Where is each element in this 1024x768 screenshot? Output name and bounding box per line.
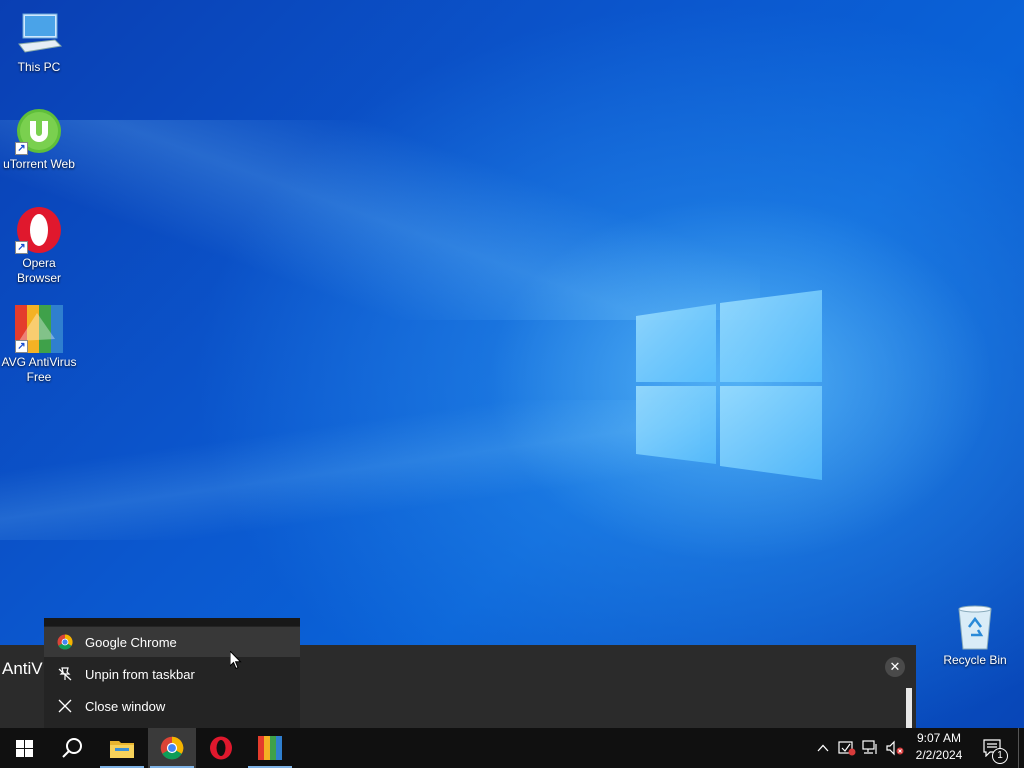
close-icon bbox=[56, 697, 74, 715]
utorrent-icon: ↗ bbox=[15, 107, 63, 155]
jumplist-item-close-window[interactable]: Close window bbox=[44, 691, 300, 721]
clock-time: 9:07 AM bbox=[916, 731, 962, 745]
volume-muted-icon bbox=[886, 740, 904, 756]
chrome-icon bbox=[160, 736, 184, 760]
clock-date: 2/2/2024 bbox=[915, 748, 963, 762]
opera-icon: ↗ bbox=[15, 206, 63, 254]
preview-scrollbar[interactable] bbox=[906, 688, 912, 728]
shortcut-arrow-icon: ↗ bbox=[15, 241, 28, 254]
mouse-cursor-icon bbox=[230, 651, 242, 670]
jumplist-item-google-chrome[interactable]: Google Chrome bbox=[44, 627, 300, 657]
jumplist-item-unpin[interactable]: Unpin from taskbar bbox=[44, 659, 300, 689]
computer-icon bbox=[15, 10, 63, 58]
shortcut-arrow-icon: ↗ bbox=[15, 142, 28, 155]
action-center-button[interactable]: 1 bbox=[978, 728, 1008, 768]
show-hidden-icons-button[interactable] bbox=[812, 728, 834, 768]
jumplist-item-label: Google Chrome bbox=[85, 634, 177, 650]
recycle-bin-icon bbox=[951, 603, 999, 651]
show-desktop-button[interactable] bbox=[1018, 728, 1024, 768]
desktop-icon-label: uTorrent Web bbox=[3, 157, 75, 171]
start-icon bbox=[15, 739, 33, 757]
desktop-icon-label: Recycle Bin bbox=[943, 653, 1007, 667]
avg-icon bbox=[258, 736, 282, 760]
desktop-icon-label: This PC bbox=[17, 60, 61, 74]
desktop-icon-this-pc[interactable]: This PC bbox=[0, 10, 78, 75]
taskbar: 9:07 AM 2/2/2024 1 bbox=[0, 728, 1024, 768]
chevron-up-icon bbox=[817, 744, 829, 752]
desktop-icon-label: AVG AntiVirus Free bbox=[1, 355, 77, 384]
desktop-icon-avg[interactable]: ↗ AVG AntiVirus Free bbox=[0, 305, 78, 385]
light-beam bbox=[0, 400, 700, 540]
taskbar-clock[interactable]: 9:07 AM 2/2/2024 bbox=[906, 730, 972, 766]
taskbar-avg[interactable] bbox=[246, 728, 294, 768]
notification-count-badge: 1 bbox=[992, 748, 1008, 764]
taskbar-jumplist-menu: Google Chrome Unpin from taskbar Close w… bbox=[44, 618, 300, 728]
taskbar-chrome[interactable] bbox=[148, 728, 196, 768]
shortcut-arrow-icon: ↗ bbox=[15, 340, 28, 353]
desktop-icon-label: Opera Browser bbox=[16, 256, 61, 285]
shield-warning-icon bbox=[838, 741, 856, 756]
taskbar-file-explorer[interactable] bbox=[98, 728, 146, 768]
file-explorer-icon bbox=[110, 741, 134, 758]
chrome-icon bbox=[56, 633, 74, 651]
unpin-icon bbox=[56, 665, 74, 683]
desktop-icon-opera[interactable]: ↗ Opera Browser bbox=[0, 206, 78, 286]
preview-close-button[interactable]: ✕ bbox=[885, 657, 905, 677]
avg-icon: ↗ bbox=[15, 305, 63, 353]
opera-icon bbox=[210, 736, 232, 760]
search-button[interactable] bbox=[48, 728, 96, 768]
desktop-icon-utorrent[interactable]: ↗ uTorrent Web bbox=[0, 107, 78, 172]
tray-volume-button[interactable] bbox=[884, 728, 906, 768]
jumplist-item-label: Close window bbox=[85, 698, 166, 714]
desktop-icon-recycle-bin[interactable]: Recycle Bin bbox=[936, 603, 1014, 668]
network-icon bbox=[862, 740, 877, 754]
jumplist-item-label: Unpin from taskbar bbox=[85, 666, 195, 682]
start-button[interactable] bbox=[0, 728, 48, 768]
preview-window-title: AntiV bbox=[2, 659, 43, 678]
search-icon bbox=[62, 738, 82, 758]
taskbar-opera[interactable] bbox=[197, 728, 245, 768]
tray-network-button[interactable] bbox=[860, 728, 882, 768]
windows-logo-wallpaper bbox=[636, 290, 822, 480]
tray-security-icon-button[interactable] bbox=[836, 728, 858, 768]
